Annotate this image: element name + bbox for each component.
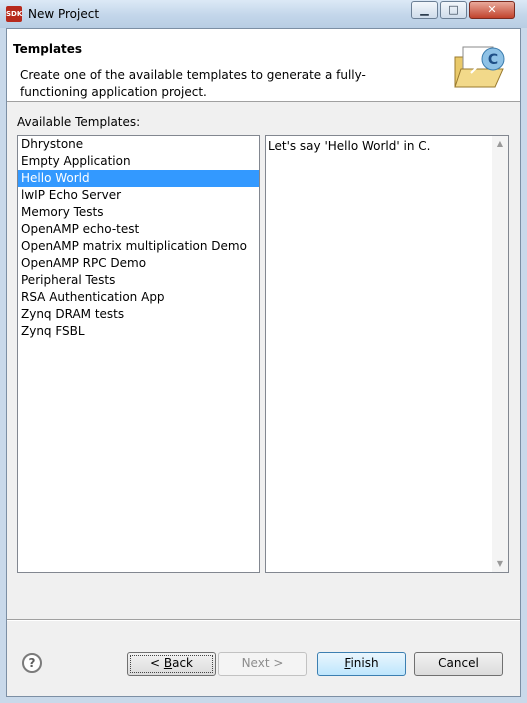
template-list-item[interactable]: OpenAMP RPC Demo bbox=[18, 255, 259, 272]
template-list-item[interactable]: Dhrystone bbox=[18, 136, 259, 153]
template-list-item[interactable]: Memory Tests bbox=[18, 204, 259, 221]
dialog-body: Templates Create one of the available te… bbox=[6, 28, 521, 697]
template-list[interactable]: Dhrystone Empty Application Hello World lwI… bbox=[17, 135, 260, 573]
scroll-up-icon[interactable]: ▲ bbox=[492, 136, 508, 152]
template-list-item[interactable]: Peripheral Tests bbox=[18, 272, 259, 289]
template-list-item[interactable]: Hello World bbox=[18, 170, 259, 187]
finish-button[interactable]: Finish bbox=[317, 652, 406, 676]
maximize-button[interactable]: □ bbox=[440, 1, 467, 19]
back-rest: ack bbox=[172, 656, 193, 670]
template-description-panel[interactable]: Let's say 'Hello World' in C. ▲ ▼ bbox=[265, 135, 509, 573]
sdk-app-icon: SDK bbox=[6, 6, 22, 22]
template-list-item[interactable]: OpenAMP matrix multiplication Demo bbox=[18, 238, 259, 255]
template-list-item[interactable]: lwIP Echo Server bbox=[18, 187, 259, 204]
back-mnemonic: B bbox=[163, 656, 173, 670]
back-button[interactable]: < Back bbox=[127, 652, 216, 676]
back-prefix: < bbox=[149, 656, 164, 670]
window-title: New Project bbox=[28, 7, 100, 21]
template-list-item[interactable]: Zynq DRAM tests bbox=[18, 306, 259, 323]
next-button[interactable]: Next > bbox=[218, 652, 307, 676]
footer-separator bbox=[7, 619, 520, 621]
svg-text:C: C bbox=[488, 52, 498, 68]
close-button[interactable]: ✕ bbox=[469, 1, 515, 19]
finish-rest: inish bbox=[350, 656, 379, 670]
page-description: Create one of the available templates to… bbox=[20, 68, 366, 99]
available-templates-label: Available Templates: bbox=[17, 115, 141, 129]
template-list-item[interactable]: RSA Authentication App bbox=[18, 289, 259, 306]
help-icon[interactable]: ? bbox=[22, 653, 42, 673]
scroll-down-icon[interactable]: ▼ bbox=[492, 556, 508, 572]
minimize-button[interactable]: ▁ bbox=[411, 1, 438, 19]
description-scrollbar[interactable]: ▲ ▼ bbox=[492, 136, 508, 572]
wizard-header: Templates Create one of the available te… bbox=[7, 29, 520, 102]
folder-c-icon: C bbox=[449, 43, 509, 93]
page-title: Templates bbox=[13, 42, 83, 56]
new-project-dialog: SDK New Project ▁ □ ✕ Templates Create o… bbox=[0, 0, 527, 703]
template-list-item[interactable]: OpenAMP echo-test bbox=[18, 221, 259, 238]
title-bar[interactable]: SDK New Project ▁ □ ✕ bbox=[0, 0, 527, 28]
template-description-text: Let's say 'Hello World' in C. bbox=[268, 139, 431, 153]
template-list-item[interactable]: Empty Application bbox=[18, 153, 259, 170]
template-list-item[interactable]: Zynq FSBL bbox=[18, 323, 259, 340]
cancel-button[interactable]: Cancel bbox=[414, 652, 503, 676]
